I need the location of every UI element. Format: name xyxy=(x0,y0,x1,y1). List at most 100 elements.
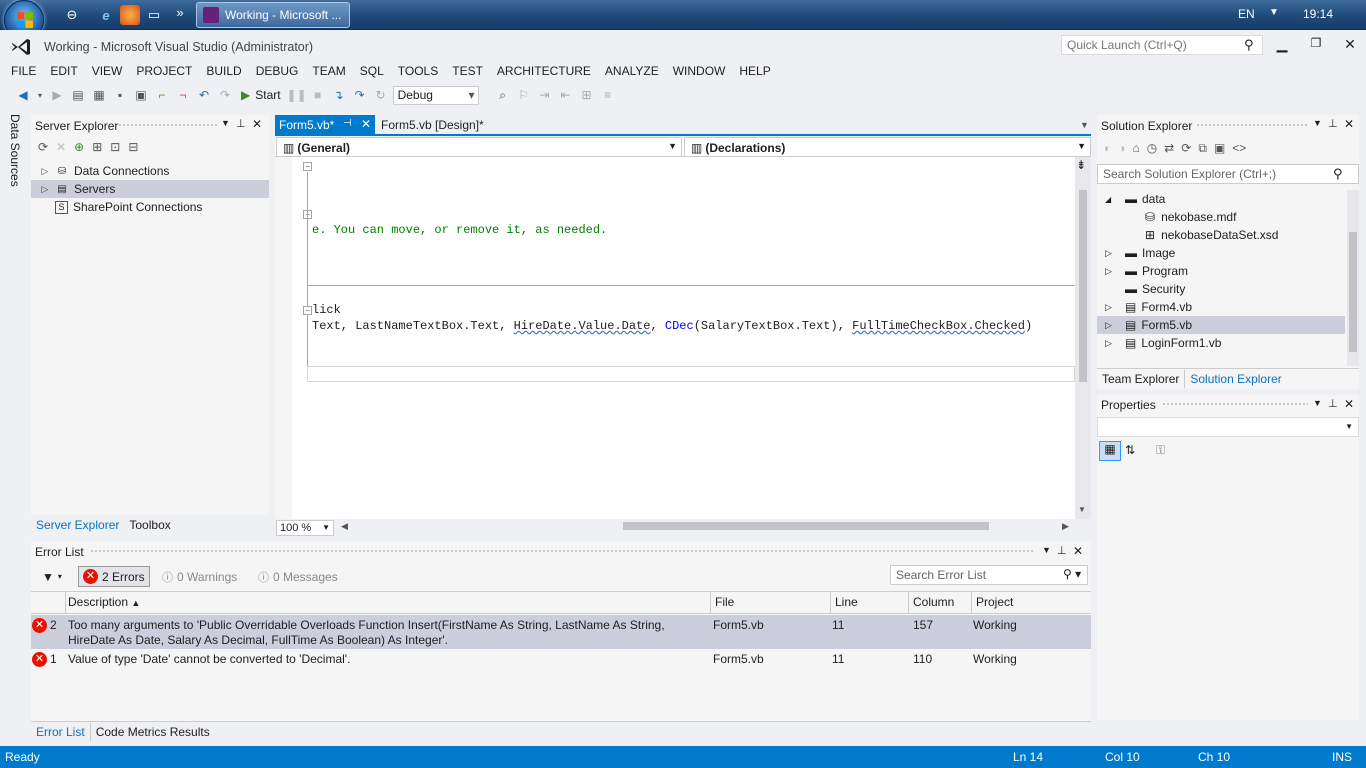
tree-item-servers[interactable]: ▷ ▤ Servers xyxy=(31,180,269,198)
new-project-icon[interactable]: ▤ xyxy=(69,86,87,104)
panel-grip[interactable] xyxy=(118,123,218,128)
scroll-right-icon[interactable]: ▶ xyxy=(1062,521,1069,532)
tab-toolbox[interactable]: Toolbox xyxy=(124,516,175,534)
menu-sql[interactable]: SQL xyxy=(353,62,391,82)
close-icon[interactable]: ✕ xyxy=(361,117,371,131)
save-all-icon[interactable]: ▣ xyxy=(132,86,150,104)
close-button[interactable]: ✕ xyxy=(1339,36,1361,53)
tree-item-program[interactable]: ▷ ▬ Program xyxy=(1097,262,1345,280)
expand-icon[interactable]: ▷ xyxy=(39,166,51,177)
collapse-all-icon[interactable]: ⧉ xyxy=(1198,141,1207,156)
tree-item-sharepoint[interactable]: S SharePoint Connections xyxy=(31,198,269,216)
back-icon[interactable]: ◀ xyxy=(14,86,32,104)
expand-icon[interactable]: ▷ xyxy=(1105,320,1119,331)
close-icon[interactable]: ✕ xyxy=(1344,117,1354,131)
scroll-thumb[interactable] xyxy=(1349,232,1357,352)
filter-button[interactable]: ▼ ▾ xyxy=(38,566,66,587)
type-selector[interactable]: ▥ (General) ▼ xyxy=(276,137,682,157)
object-selector[interactable]: ▼ xyxy=(1097,417,1359,437)
error-search-input[interactable]: Search Error List xyxy=(890,565,1088,585)
tab-team-explorer[interactable]: Team Explorer xyxy=(1097,370,1184,388)
column-header-project[interactable]: Project xyxy=(976,595,1013,609)
save-icon[interactable]: ▪ xyxy=(111,86,129,104)
tree-item-dataset-xsd[interactable]: ⊞ nekobaseDataSet.xsd xyxy=(1097,226,1345,244)
chevron-down-icon[interactable]: ▾ xyxy=(35,86,45,104)
refresh-icon[interactable]: ⟳ xyxy=(1181,141,1191,156)
collapse-icon[interactable]: ◢ xyxy=(1105,195,1119,204)
search-icon[interactable]: ⚲ xyxy=(1333,166,1343,182)
expand-icon[interactable]: ▷ xyxy=(1105,266,1119,277)
expand-icon[interactable]: ▷ xyxy=(1105,338,1119,349)
column-divider[interactable] xyxy=(65,592,66,613)
solution-configuration-select[interactable]: Debug xyxy=(392,85,479,105)
menu-view[interactable]: VIEW xyxy=(85,62,130,82)
step-into-icon[interactable]: ↴ xyxy=(330,86,348,104)
show-desktop-icon[interactable]: ▭ xyxy=(144,5,164,25)
history-icon[interactable]: ◷ xyxy=(1147,141,1157,156)
expand-icon[interactable]: ▷ xyxy=(1105,302,1119,313)
horizontal-scroll-thumb[interactable] xyxy=(623,522,989,530)
connect-server-icon[interactable]: ⊞ xyxy=(92,140,102,154)
redo-icon[interactable]: ↷ xyxy=(216,86,234,104)
pin-icon[interactable]: ⊥ xyxy=(1328,397,1338,410)
uncomment-icon[interactable]: ¬ xyxy=(174,86,192,104)
code-editor[interactable] xyxy=(275,157,1075,519)
column-divider[interactable] xyxy=(710,592,711,613)
close-icon[interactable]: ✕ xyxy=(252,117,262,131)
panel-grip[interactable] xyxy=(1162,402,1308,407)
column-divider[interactable] xyxy=(908,592,909,613)
bookmark-icon[interactable]: ⚐ xyxy=(515,86,533,104)
error-row[interactable]: ✕ 2 Too many arguments to 'Public Overri… xyxy=(31,615,1091,649)
member-selector[interactable]: ▥ (Declarations) ▼ xyxy=(684,137,1091,157)
expand-icon[interactable]: ▷ xyxy=(1105,248,1119,259)
sharepoint-connect-icon[interactable]: ⊡ xyxy=(110,140,120,154)
menu-analyze[interactable]: ANALYZE xyxy=(598,62,666,82)
error-row[interactable]: ✕ 1 Value of type 'Date' cannot be conve… xyxy=(31,649,1091,669)
menu-test[interactable]: TEST xyxy=(445,62,490,82)
solution-search-input[interactable]: Search Solution Explorer (Ctrl+;) xyxy=(1097,164,1359,184)
tree-item-image[interactable]: ▷ ▬ Image xyxy=(1097,244,1345,262)
close-icon[interactable]: ✕ xyxy=(1073,544,1083,558)
column-divider[interactable] xyxy=(830,592,831,613)
menu-file[interactable]: FILE xyxy=(4,62,43,82)
close-icon[interactable]: ✕ xyxy=(1344,397,1354,411)
step-over-icon[interactable]: ↷ xyxy=(351,86,369,104)
scroll-down-icon[interactable]: ▼ xyxy=(1078,505,1086,514)
search-icon[interactable]: ⚲ xyxy=(1244,37,1254,53)
outdent-icon[interactable]: ⇤ xyxy=(557,86,575,104)
split-icon[interactable]: ⇟ xyxy=(1076,158,1086,172)
menu-debug[interactable]: DEBUG xyxy=(249,62,306,82)
tree-item-security[interactable]: ▬ Security xyxy=(1097,280,1345,298)
view-code-icon[interactable]: <> xyxy=(1232,141,1246,156)
column-header-line[interactable]: Line xyxy=(835,595,858,609)
sync-icon[interactable]: ⇄ xyxy=(1164,141,1174,156)
warnings-toggle-button[interactable]: ⓘ 0 Warnings xyxy=(158,566,241,587)
alphabetical-icon[interactable]: ⇅ xyxy=(1125,443,1135,457)
tree-item-nekobase-mdf[interactable]: ⛁ nekobase.mdf xyxy=(1097,208,1345,226)
menu-help[interactable]: HELP xyxy=(732,62,777,82)
tab-form5-design[interactable]: Form5.vb [Design]* xyxy=(381,118,484,132)
column-divider[interactable] xyxy=(971,592,972,613)
layout-icon[interactable]: ⊞ xyxy=(578,86,596,104)
home-icon[interactable]: ⌂ xyxy=(1133,141,1140,156)
firefox-icon[interactable] xyxy=(120,5,140,25)
chevron-down-icon[interactable]: ▼ xyxy=(1269,7,1279,18)
chevron-down-icon[interactable]: ▼ xyxy=(1080,120,1089,130)
chevron-down-icon[interactable]: ▼ xyxy=(221,118,230,128)
quick-launch-input[interactable]: Quick Launch (Ctrl+Q) xyxy=(1061,35,1263,55)
back-icon[interactable]: ◐ xyxy=(1104,141,1111,156)
zoom-select[interactable]: 100 % ▼ xyxy=(276,520,334,536)
open-file-icon[interactable]: ▦ xyxy=(90,86,108,104)
collapse-region-icon[interactable]: − xyxy=(303,162,312,171)
forward-icon[interactable]: ▶ xyxy=(48,86,66,104)
tab-server-explorer[interactable]: Server Explorer xyxy=(31,516,124,534)
stop-icon[interactable]: ✕ xyxy=(56,140,66,154)
scroll-thumb[interactable] xyxy=(1079,190,1087,382)
pin-icon[interactable]: ⊣ xyxy=(343,118,352,129)
pin-icon[interactable]: ⊥ xyxy=(1328,117,1338,130)
find-in-files-icon[interactable]: ⌕ xyxy=(494,86,512,104)
start-debug-button[interactable]: ▶ Start xyxy=(237,86,285,104)
tree-item-data[interactable]: ◢ ▬ data xyxy=(1097,190,1345,208)
step-out-icon[interactable]: ↻ xyxy=(372,86,390,104)
pin-icon[interactable]: ⊥ xyxy=(1057,544,1067,557)
